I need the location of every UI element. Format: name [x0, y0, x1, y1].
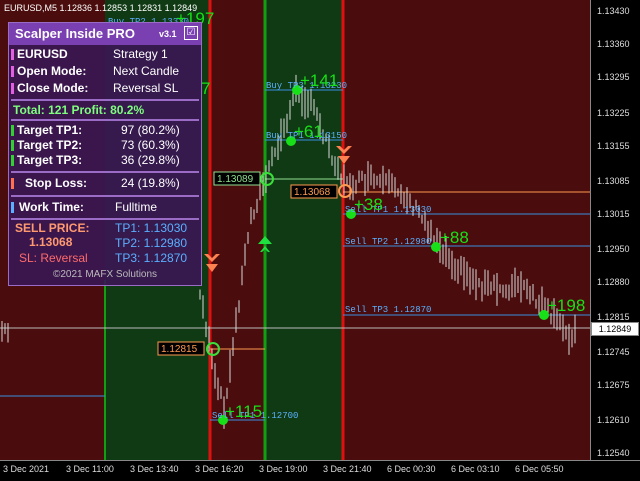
- divider: [11, 171, 199, 173]
- sell-tp1: TP1: 1.13030: [115, 221, 188, 235]
- time-tick: 6 Dec 03:10: [451, 464, 500, 474]
- tp-label: Sell TP3 1.12870: [345, 305, 431, 315]
- points-label: +198: [547, 296, 585, 315]
- price-tick: 1.12950: [597, 244, 630, 254]
- price-tick: 1.12880: [597, 277, 630, 287]
- points-label: +38: [354, 195, 383, 214]
- entry-price-text: 1.13089: [217, 174, 254, 185]
- divider: [11, 119, 199, 121]
- time-tick: 3 Dec 19:00: [259, 464, 308, 474]
- symbol-label: EURUSD: [17, 47, 68, 61]
- open-mode-label: Open Mode:: [17, 64, 87, 78]
- tp-label: Sell TP2 1.12980: [345, 237, 431, 247]
- panel-header[interactable]: Scalper Inside PRO v3.1 ☑: [9, 23, 201, 45]
- total-profit: Total: 121 Profit: 80.2%: [13, 103, 145, 117]
- row-marker: [11, 140, 14, 151]
- points-label: +88: [440, 228, 469, 247]
- price-tick: 1.13085: [597, 176, 630, 186]
- entry-price-text: 1.13068: [294, 187, 331, 198]
- price-tick: 1.13155: [597, 141, 630, 151]
- time-axis[interactable]: 3 Dec 2021 3 Dec 11:00 3 Dec 13:40 3 Dec…: [0, 460, 640, 481]
- target-tp3-label: Target TP3:: [17, 153, 83, 167]
- scalper-info-panel[interactable]: Scalper Inside PRO v3.1 ☑ EURUSD Strateg…: [8, 22, 202, 286]
- time-tick: 3 Dec 21:40: [323, 464, 372, 474]
- buy-zone-2: [265, 0, 343, 460]
- sell-price-label: SELL PRICE:: [15, 221, 90, 235]
- target-tp2-value: 73 (60.3%): [121, 138, 180, 152]
- current-price-label: 1.12849: [591, 322, 639, 336]
- panel-title: Scalper Inside PRO: [15, 26, 135, 41]
- close-mode-label: Close Mode:: [17, 81, 89, 95]
- target-tp3-value: 36 (29.8%): [121, 153, 180, 167]
- divider: [11, 218, 199, 220]
- price-tick: 1.12540: [597, 448, 630, 458]
- copyright: ©2021 MAFX Solutions: [52, 269, 158, 280]
- strategy-value: Strategy 1: [113, 47, 168, 61]
- time-tick: 6 Dec 05:50: [515, 464, 564, 474]
- row-marker: [11, 178, 14, 189]
- work-time-label: Work Time:: [19, 200, 84, 214]
- sell-price-value: 1.13068: [29, 235, 73, 249]
- time-tick: 3 Dec 11:00: [66, 464, 114, 474]
- price-tick: 1.12745: [597, 347, 630, 357]
- stop-loss-label: Stop Loss:: [25, 176, 87, 190]
- points-label: +141: [300, 71, 338, 90]
- price-tick: 1.12815: [597, 312, 630, 322]
- chart-title: EURUSD,M5 1.12836 1.12853 1.12831 1.1284…: [4, 3, 198, 13]
- points-label: +115: [225, 402, 262, 421]
- row-marker: [11, 66, 14, 77]
- sell-tp3: TP3: 1.12870: [115, 251, 188, 265]
- entry-price-text: 1.12815: [161, 344, 198, 355]
- price-axis[interactable]: 1.13430 1.13360 1.13295 1.13225 1.13155 …: [590, 0, 640, 460]
- target-tp1-value: 97 (80.2%): [121, 123, 180, 137]
- target-tp2-row: Target TP2: 73 (60.3%): [9, 138, 201, 154]
- row-marker: [11, 155, 14, 166]
- divider: [11, 195, 199, 197]
- points-label: +61: [294, 122, 323, 141]
- open-mode-row: Open Mode: Next Candle: [9, 64, 201, 80]
- time-tick: 3 Dec 13:40: [130, 464, 179, 474]
- row-marker: [11, 49, 14, 60]
- stop-loss-row: Stop Loss: 24 (19.8%): [9, 176, 201, 192]
- sl-reversal-text: SL: Reversal: [19, 251, 88, 265]
- price-tick: 1.13225: [597, 108, 630, 118]
- row-marker: [11, 125, 14, 136]
- panel-version: v3.1: [159, 29, 177, 39]
- price-tick: 1.13430: [597, 6, 630, 16]
- divider: [11, 99, 199, 101]
- row-marker: [11, 202, 14, 213]
- points-label: 7: [201, 79, 210, 98]
- close-mode-value: Reversal SL: [113, 81, 179, 95]
- row-marker: [11, 83, 14, 94]
- price-tick: 1.13360: [597, 39, 630, 49]
- work-time-row: Work Time: Fulltime: [9, 200, 201, 216]
- time-tick: 3 Dec 16:20: [195, 464, 244, 474]
- target-tp3-row: Target TP3: 36 (29.8%): [9, 153, 201, 169]
- price-tick: 1.12675: [597, 380, 630, 390]
- open-mode-value: Next Candle: [113, 64, 180, 78]
- price-tick: 1.13295: [597, 72, 630, 82]
- target-tp1-row: Target TP1: 97 (80.2%): [9, 123, 201, 139]
- sell-tp2: TP2: 1.12980: [115, 236, 188, 250]
- target-tp1-label: Target TP1:: [17, 123, 83, 137]
- target-tp2-label: Target TP2:: [17, 138, 83, 152]
- panel-checkbox-icon[interactable]: ☑: [184, 26, 198, 40]
- symbol-row: EURUSD Strategy 1: [9, 47, 201, 63]
- close-mode-row: Close Mode: Reversal SL: [9, 81, 201, 97]
- time-tick: 6 Dec 00:30: [387, 464, 436, 474]
- work-time-value: Fulltime: [115, 200, 158, 214]
- price-tick: 1.13015: [597, 209, 630, 219]
- price-tick: 1.12610: [597, 415, 630, 425]
- time-tick: 3 Dec 2021: [3, 464, 50, 474]
- stop-loss-value: 24 (19.8%): [121, 176, 180, 190]
